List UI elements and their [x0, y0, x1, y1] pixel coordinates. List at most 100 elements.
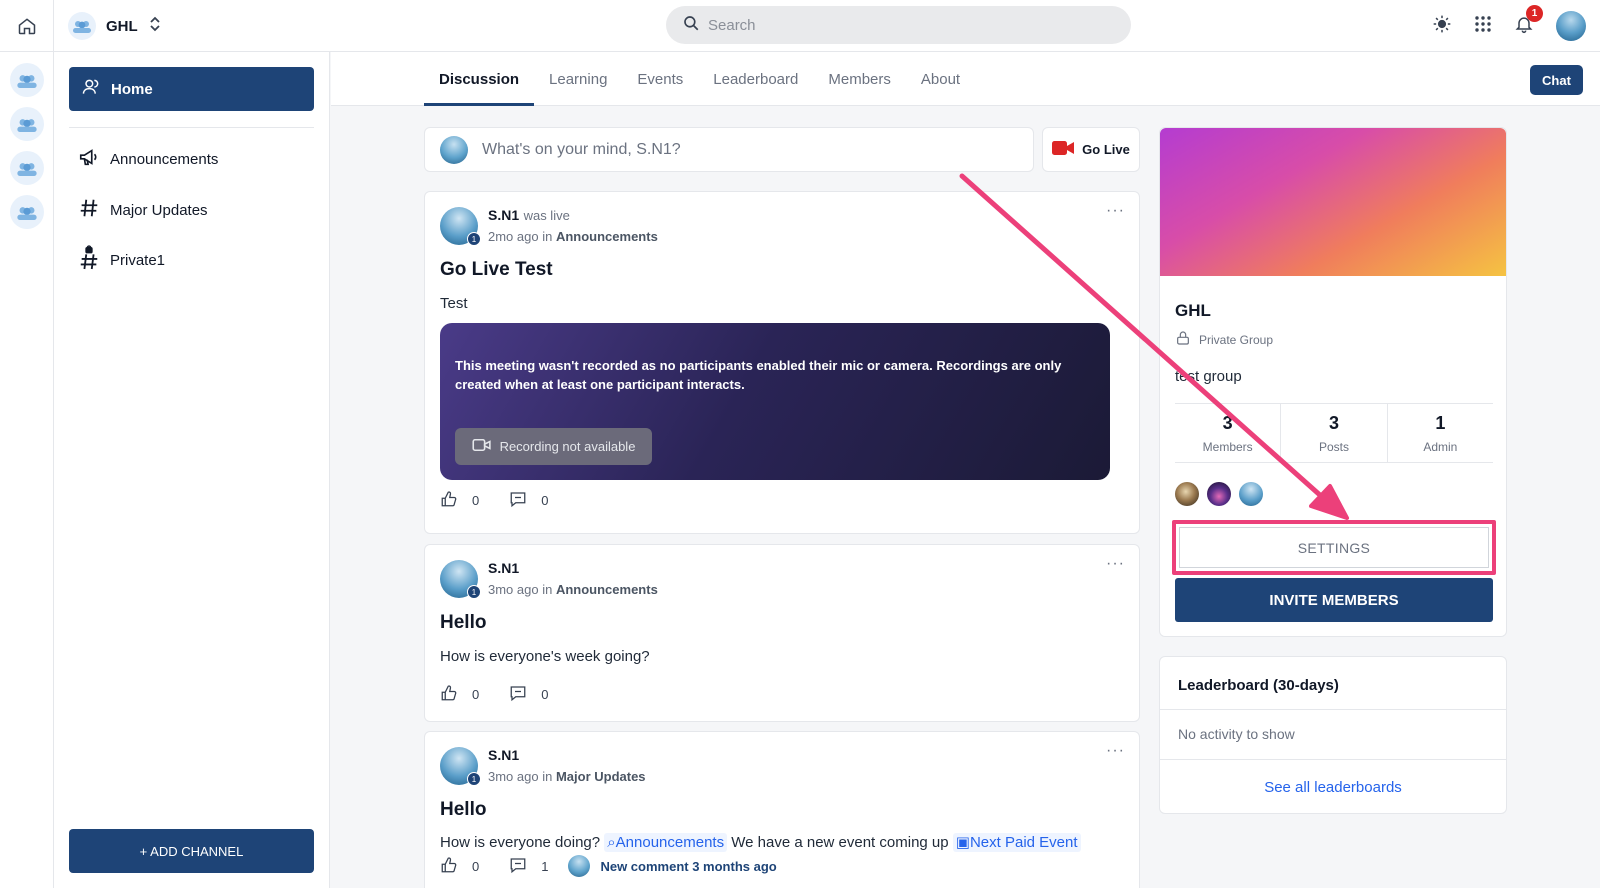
go-live-button[interactable]: Go Live [1042, 127, 1140, 172]
event-mention-label: Next Paid Event [969, 834, 1078, 851]
member-avatar[interactable] [1207, 482, 1231, 506]
post-card[interactable]: 1 S.N1 3mo ago in Major Updates ··· Hell… [424, 731, 1140, 888]
post-body-start: How is everyone doing? [440, 834, 601, 851]
sidebar-item-label: Home [111, 80, 153, 98]
author-avatar[interactable]: 1 [440, 207, 481, 246]
post-status: was live [523, 208, 570, 223]
more-options-icon[interactable]: ··· [1106, 555, 1125, 573]
invite-members-button[interactable]: INVITE MEMBERS [1175, 578, 1493, 622]
chat-button[interactable]: Chat [1530, 65, 1583, 95]
video-camera-icon [1052, 140, 1075, 159]
post-title: Hello [440, 799, 487, 820]
author-name[interactable]: S.N1 [488, 747, 519, 763]
leaderboard-empty-row: No activity to show [1160, 709, 1506, 760]
user-icon [81, 77, 101, 101]
notification-badge: 1 [1526, 4, 1543, 22]
comment-icon[interactable] [509, 490, 527, 511]
group-privacy: Private Group [1175, 330, 1273, 349]
rail-group-icon[interactable] [9, 63, 44, 97]
megaphone-icon [78, 146, 100, 172]
like-count: 0 [472, 687, 480, 702]
recording-not-available-button[interactable]: Recording not available [455, 428, 652, 465]
new-comment-link[interactable]: New comment 3 months ago [568, 855, 777, 877]
post-channel[interactable]: Announcements [556, 229, 658, 244]
sidebar-item-major-updates[interactable]: Major Updates [78, 197, 208, 223]
thumbs-up-icon[interactable] [440, 490, 458, 511]
megaphone-icon: ⌕ [607, 834, 616, 851]
composer-avatar [440, 135, 468, 164]
rail-group-icon[interactable] [9, 195, 44, 229]
stat-label: Admin [1423, 439, 1458, 454]
sidebar-item-home[interactable]: Home [69, 67, 314, 111]
author-avatar[interactable]: 1 [440, 747, 481, 786]
comment-icon[interactable] [509, 856, 527, 877]
tab-learning[interactable]: Learning [534, 52, 622, 106]
annotation-highlight-box [1172, 520, 1496, 575]
group-switcher[interactable]: GHL [68, 10, 162, 42]
video-icon [472, 438, 492, 455]
stat-admin[interactable]: 1 Admin [1388, 404, 1493, 462]
search-input[interactable] [708, 16, 1108, 34]
level-badge: 1 [467, 232, 481, 246]
theme-sun-icon[interactable] [1432, 14, 1452, 39]
tabs-bar: Discussion Learning Events Leaderboard M… [331, 52, 1600, 106]
author-name[interactable]: S.N1 [488, 560, 519, 576]
post-body-middle: We have a new event coming up [731, 834, 949, 851]
home-icon[interactable] [0, 0, 54, 52]
leaderboard-card: Leaderboard (30-days) No activity to sho… [1159, 656, 1507, 814]
calendar-icon: ▣ [955, 834, 970, 851]
add-channel-button[interactable]: + ADD CHANNEL [69, 829, 314, 873]
user-avatar[interactable] [1556, 11, 1586, 41]
post-body: How is everyone doing? ⌕Announcements We… [440, 833, 1081, 852]
stat-value: 1 [1435, 412, 1446, 433]
post-channel[interactable]: Announcements [556, 582, 658, 597]
stat-members[interactable]: 3 Members [1175, 404, 1282, 462]
privacy-label: Private Group [1199, 332, 1274, 347]
post-card[interactable]: 1 S.N1 was live 2mo ago in Announcements… [424, 191, 1140, 534]
notifications-button[interactable]: 1 [1514, 4, 1543, 39]
group-logo-icon [68, 12, 96, 40]
stat-value: 3 [1328, 412, 1339, 433]
comment-count: 0 [541, 493, 549, 508]
post-card[interactable]: 1 S.N1 3mo ago in Announcements ··· Hell… [424, 544, 1140, 722]
see-all-leaderboards-link[interactable]: See all leaderboards [1160, 779, 1506, 796]
post-title: Go Live Test [440, 259, 553, 280]
tab-members[interactable]: Members [813, 52, 906, 106]
sidebar-item-private1[interactable]: Private1 [78, 245, 165, 275]
leaderboard-empty: No activity to show [1178, 726, 1295, 742]
commenter-avatar [568, 855, 591, 877]
comment-icon[interactable] [509, 684, 527, 705]
author-avatar[interactable]: 1 [440, 560, 481, 599]
search-bar[interactable] [666, 6, 1131, 44]
tab-leaderboard[interactable]: Leaderboard [698, 52, 813, 106]
search-icon [682, 14, 700, 37]
channel-mention-label: Announcements [615, 834, 725, 851]
post-channel[interactable]: Major Updates [556, 769, 646, 784]
event-mention[interactable]: ▣Next Paid Event [952, 833, 1081, 852]
channel-mention[interactable]: ⌕Announcements [604, 833, 728, 852]
sidebar-item-label: Announcements [110, 150, 219, 168]
member-avatars [1175, 482, 1263, 506]
author-name[interactable]: S.N1 [488, 207, 519, 223]
thumbs-up-icon[interactable] [440, 856, 458, 877]
tab-events[interactable]: Events [622, 52, 698, 106]
apps-grid-icon[interactable] [1474, 15, 1492, 38]
member-avatar[interactable] [1175, 482, 1199, 506]
more-options-icon[interactable]: ··· [1106, 202, 1125, 220]
more-options-icon[interactable]: ··· [1106, 742, 1125, 760]
hash-icon [78, 197, 100, 223]
channel-sidebar: Home Announcements Major Updates Private… [54, 52, 330, 888]
post-title: Hello [440, 612, 487, 633]
tab-discussion[interactable]: Discussion [424, 52, 535, 106]
member-avatar[interactable] [1239, 482, 1263, 506]
post-input[interactable] [482, 140, 1002, 159]
group-description: test group [1175, 368, 1242, 385]
thumbs-up-icon[interactable] [440, 684, 458, 705]
post-composer[interactable] [424, 127, 1034, 172]
rail-group-icon[interactable] [9, 107, 44, 141]
stat-posts[interactable]: 3 Posts [1281, 404, 1388, 462]
tab-about[interactable]: About [906, 52, 975, 106]
comment-count: 1 [541, 858, 549, 874]
sidebar-item-announcements[interactable]: Announcements [78, 146, 218, 172]
rail-group-icon[interactable] [9, 151, 44, 185]
